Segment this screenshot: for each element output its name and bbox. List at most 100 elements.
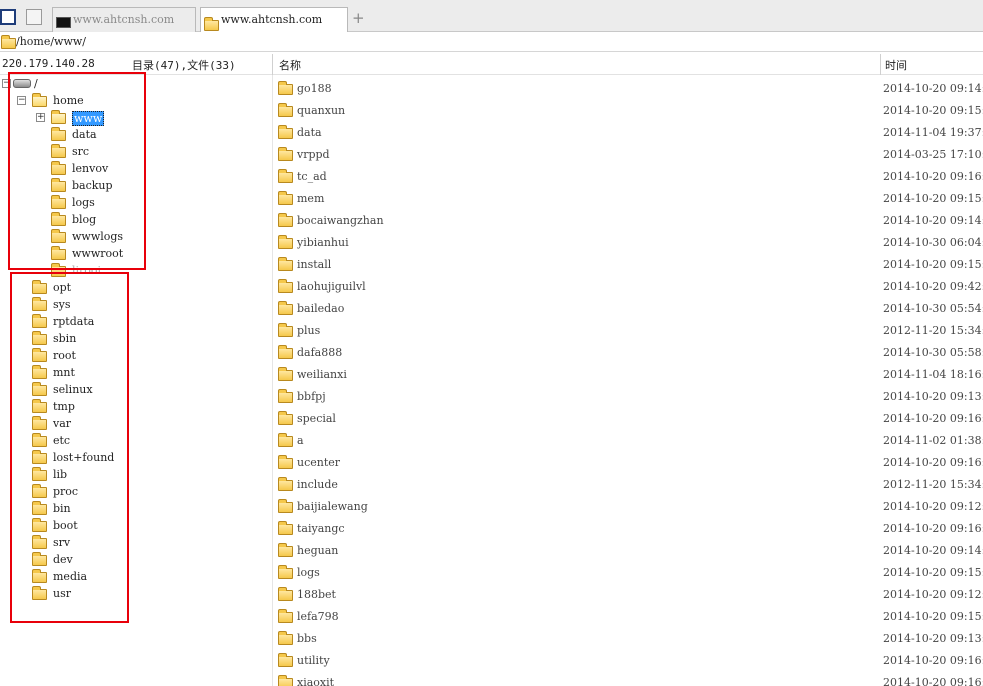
tab-terminal[interactable]: www.ahtcnsh.com [52,7,196,32]
file-row[interactable]: tc_ad 2014-10-20 09:16: [276,166,983,188]
file-name: taiyangc [297,522,345,535]
file-time: 2014-10-20 09:16: [883,456,983,469]
folder-icon [32,297,47,311]
folder-icon [278,389,293,403]
tree-item-label: lirooi [72,264,102,277]
file-time: 2014-10-20 09:42: [883,280,983,293]
file-row[interactable]: mem 2014-10-20 09:15: [276,188,983,210]
file-row[interactable]: laohujiguilvl 2014-10-20 09:42: [276,276,983,298]
file-time: 2014-10-20 09:14: [883,214,983,227]
terminal-icon [56,13,71,32]
file-row[interactable]: bbs 2014-10-20 09:13: [276,628,983,650]
column-divider[interactable] [272,54,273,75]
file-row[interactable]: bailedao 2014-10-30 05:54: [276,298,983,320]
file-time: 2014-11-04 19:37: [883,126,983,139]
file-row[interactable]: 188bet 2014-10-20 09:12: [276,584,983,606]
folder-icon [32,467,47,481]
folder-icon [278,367,293,381]
file-time: 2014-10-20 09:16: [883,170,983,183]
folder-icon [278,543,293,557]
folder-icon [278,587,293,601]
folder-icon [51,263,66,277]
folder-icon [278,103,293,117]
file-row[interactable]: xiaoxit 2014-10-20 09:16: [276,672,983,686]
file-row[interactable]: taiyangc 2014-10-20 09:16: [276,518,983,540]
file-time: 2014-11-02 01:38: [883,434,983,447]
tree-item-label: src [72,145,90,158]
file-row[interactable]: ucenter 2014-10-20 09:16: [276,452,983,474]
folder-icon [278,235,293,249]
tab-label: www.ahtcnsh.com [221,13,323,26]
new-tab-button[interactable]: + [352,9,365,27]
folder-icon [32,399,47,413]
window-icon[interactable] [0,9,16,25]
file-time: 2014-10-20 09:12: [883,500,983,513]
column-header-name[interactable]: 名称 [279,57,301,73]
tree-item-label: lib [53,468,68,481]
tree-item-label: mnt [53,366,75,379]
file-name: heguan [297,544,339,557]
column-divider[interactable] [880,54,881,75]
file-row[interactable]: yibianhui 2014-10-30 06:04: [276,232,983,254]
file-row[interactable]: include 2012-11-20 15:34: [276,474,983,496]
file-row[interactable]: vrppd 2014-03-25 17:10: [276,144,983,166]
column-header-time[interactable]: 时间 [885,57,907,73]
file-row[interactable]: install 2014-10-20 09:15: [276,254,983,276]
file-time: 2014-10-20 09:16: [883,654,983,667]
file-row[interactable]: data 2014-11-04 19:37: [276,122,983,144]
file-time: 2014-10-20 09:16: [883,676,983,686]
file-row[interactable]: logs 2014-10-20 09:15: [276,562,983,584]
file-row[interactable]: heguan 2014-10-20 09:14: [276,540,983,562]
folder-icon [51,229,66,243]
folder-open-icon [51,110,66,124]
folder-icon [51,127,66,141]
file-name: special [297,412,336,425]
pane-splitter[interactable] [272,75,273,686]
file-name: bbs [297,632,317,645]
tree-item-label: wwwroot [72,247,124,260]
folder-icon [32,484,47,498]
expand-toggle[interactable]: + [36,113,45,122]
folder-icon [278,455,293,469]
blank-tab-icon[interactable] [26,9,42,25]
collapse-toggle[interactable]: − [17,96,26,105]
file-name: bocaiwangzhan [297,214,384,227]
file-time: 2014-10-20 09:13: [883,632,983,645]
file-row[interactable]: baijialewang 2014-10-20 09:12: [276,496,983,518]
file-name: ucenter [297,456,341,469]
tree-item-label: root [53,349,76,362]
file-row[interactable]: bocaiwangzhan 2014-10-20 09:14: [276,210,983,232]
file-row[interactable]: go188 2014-10-20 09:14: [276,78,983,100]
file-row[interactable]: special 2014-10-20 09:16: [276,408,983,430]
file-time: 2014-10-20 09:15: [883,192,983,205]
folder-icon [32,552,47,566]
tree-item-label: sbin [53,332,77,345]
file-time: 2014-10-30 06:04: [883,236,983,249]
file-row[interactable]: bbfpj 2014-10-20 09:13: [276,386,983,408]
tab-file-manager[interactable]: www.ahtcnsh.com [200,7,348,33]
file-row[interactable]: plus 2012-11-20 15:34: [276,320,983,342]
collapse-toggle[interactable]: − [2,79,11,88]
folder-icon [278,147,293,161]
server-ip: 220.179.140.28 [2,57,95,70]
tree-item-label: boot [53,519,78,532]
file-time: 2014-03-25 17:10: [883,148,983,161]
file-row[interactable]: dafa888 2014-10-30 05:58: [276,342,983,364]
tree-item-label: logs [72,196,95,209]
folder-icon [278,125,293,139]
tree-item-label: opt [53,281,72,294]
file-row[interactable]: quanxun 2014-10-20 09:15: [276,100,983,122]
folder-icon [32,280,47,294]
tab-label: www.ahtcnsh.com [73,13,175,26]
folder-icon [278,81,293,95]
address-bar[interactable]: /home/www/ [0,32,983,52]
file-row[interactable]: lefa798 2014-10-20 09:15: [276,606,983,628]
file-row[interactable]: a 2014-11-02 01:38: [276,430,983,452]
file-row[interactable]: utility 2014-10-20 09:16: [276,650,983,672]
file-name: yibianhui [297,236,349,249]
file-name: 188bet [297,588,336,601]
tree-item-label: var [53,417,72,430]
file-row[interactable]: weilianxi 2014-11-04 18:16: [276,364,983,386]
file-name: utility [297,654,330,667]
tree-item-label: home [53,94,84,107]
